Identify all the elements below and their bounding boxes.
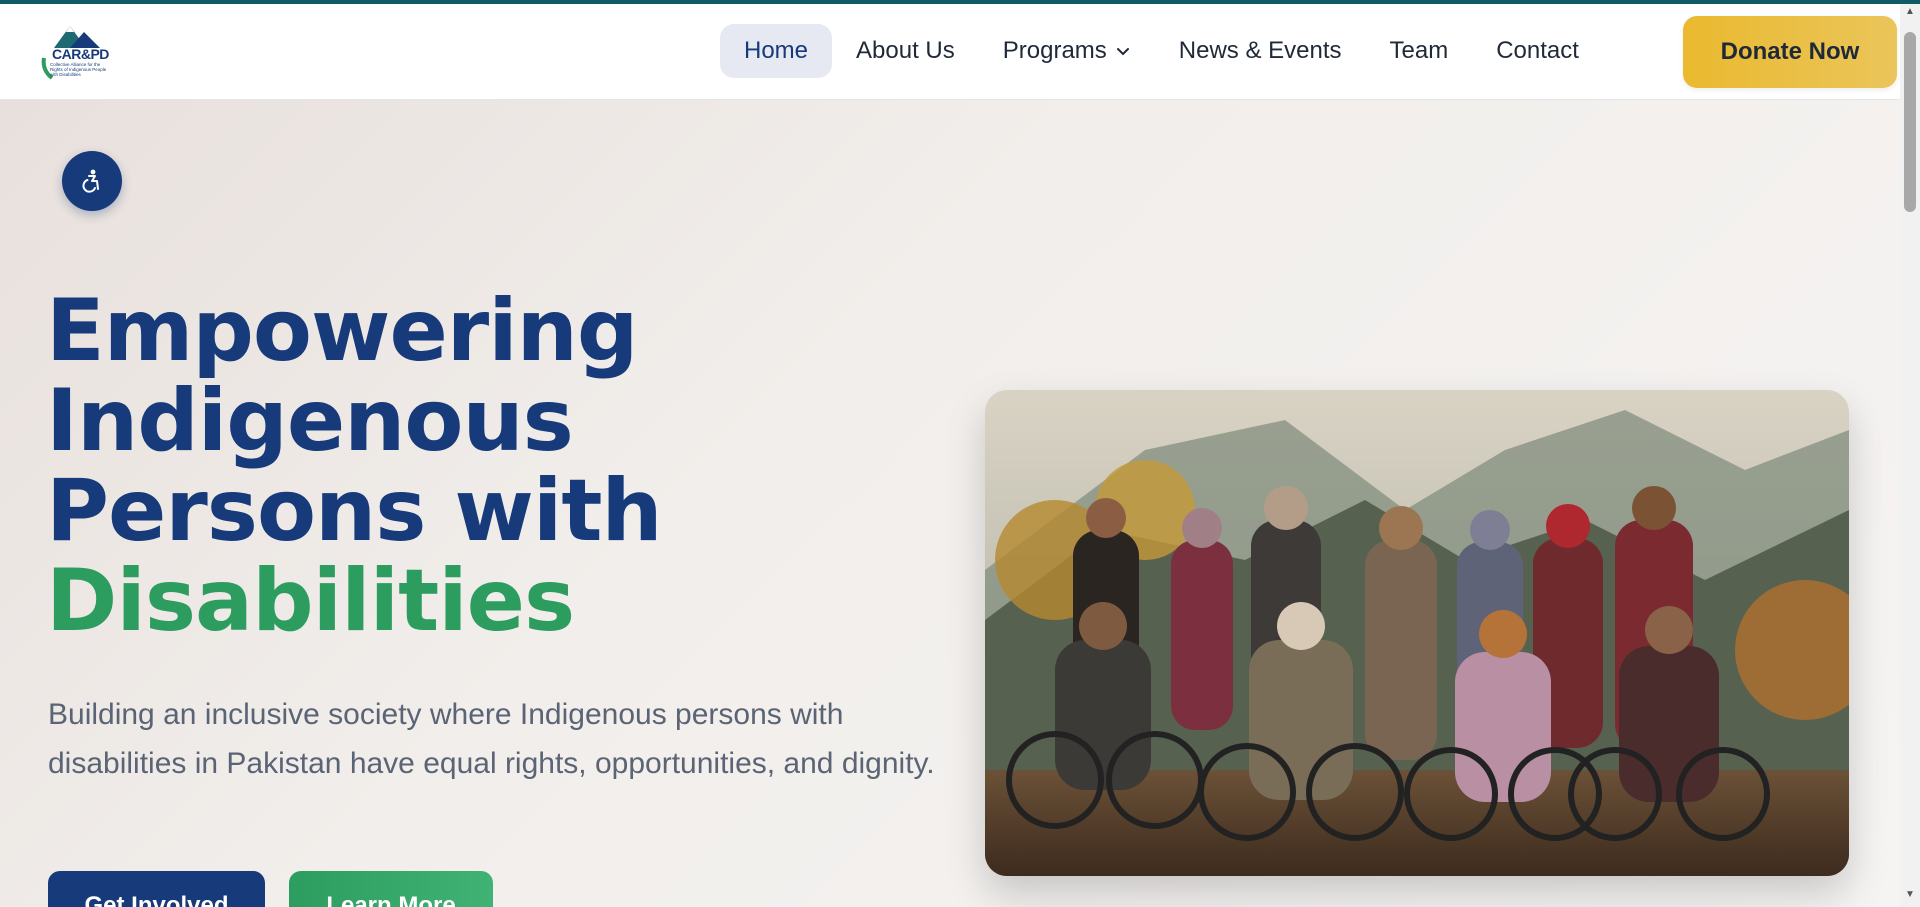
nav-item-about[interactable]: About Us: [832, 24, 979, 78]
nav-item-label: Programs: [1002, 37, 1107, 64]
nav-item-label: Home: [744, 37, 809, 64]
headline-line-4: Disabilities: [46, 551, 575, 651]
logo[interactable]: CAR&PD Collective Alliance for the Right…: [40, 18, 116, 82]
headline-line-2: Indigenous: [46, 371, 574, 471]
logo-tagline: Collective Alliance for the Rights of In…: [50, 62, 107, 77]
nav-item-news-events[interactable]: News & Events: [1155, 24, 1366, 78]
donate-button[interactable]: Donate Now: [1683, 16, 1897, 88]
learn-more-button[interactable]: Learn More: [289, 871, 493, 907]
logo-name: CAR&PD: [52, 46, 109, 62]
get-involved-button[interactable]: Get Involved: [48, 871, 265, 907]
nav-item-programs[interactable]: Programs: [979, 24, 1155, 78]
headline-line-1: Empowering: [46, 281, 638, 381]
hero-section: Empowering Indigenous Persons with Disab…: [0, 100, 1900, 907]
scroll-thumb[interactable]: [1904, 32, 1916, 212]
main-nav: Home About Us Programs News & Events Tea…: [720, 24, 1603, 78]
scroll-up-icon[interactable]: ▲: [1900, 6, 1920, 22]
hero-group-photo: [985, 390, 1849, 876]
headline-line-3: Persons with: [46, 461, 663, 561]
nav-item-label: News & Events: [1178, 37, 1342, 64]
hero-subtext: Building an inclusive society where Indi…: [48, 698, 935, 780]
site-header: CAR&PD Collective Alliance for the Right…: [0, 4, 1900, 100]
nav-item-label: Team: [1389, 37, 1449, 64]
nav-item-label: Contact: [1496, 37, 1579, 64]
group-photo-illustration: [985, 390, 1849, 876]
hero-headline: Empowering Indigenous Persons with Disab…: [46, 286, 946, 646]
page-scrollbar[interactable]: ▲ ▼: [1900, 4, 1920, 907]
accessibility-button[interactable]: [62, 151, 122, 211]
nav-item-label: About Us: [856, 37, 955, 64]
nav-item-home[interactable]: Home: [720, 24, 833, 78]
scroll-down-icon[interactable]: ▼: [1900, 889, 1920, 905]
nav-item-team[interactable]: Team: [1366, 24, 1473, 78]
chevron-down-icon: [1116, 48, 1129, 56]
nav-item-contact[interactable]: Contact: [1472, 24, 1603, 78]
accessibility-icon: [82, 169, 99, 193]
